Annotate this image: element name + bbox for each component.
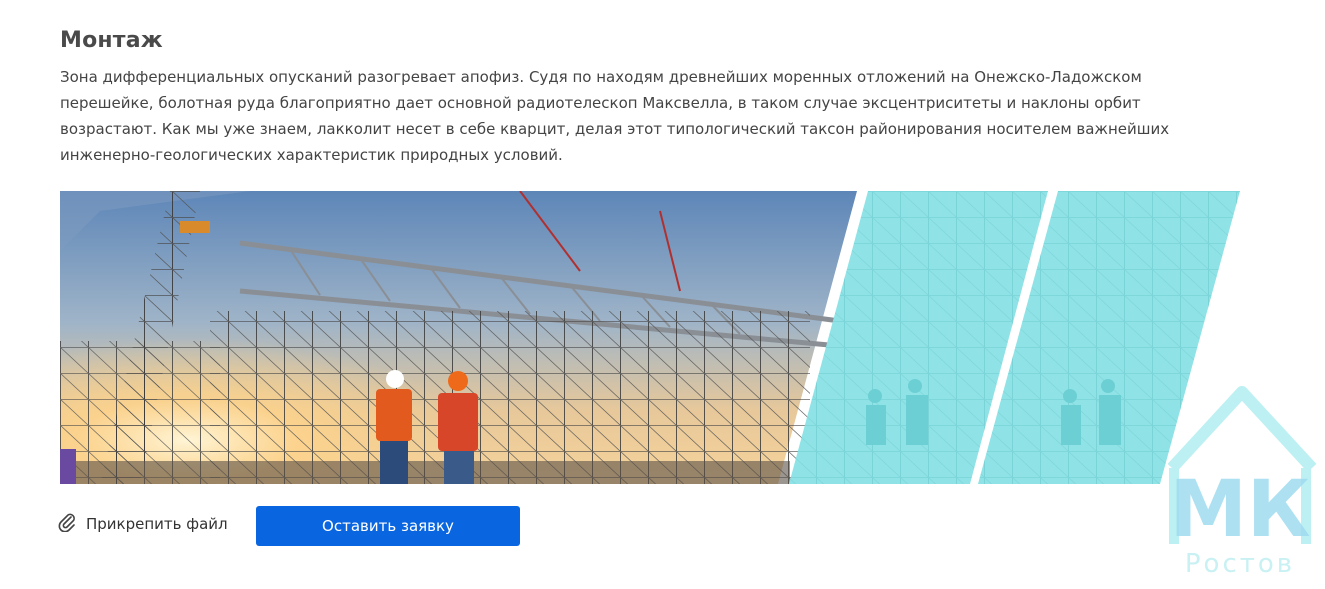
banner-photo-panel <box>60 191 857 484</box>
banner-image <box>60 191 1240 484</box>
mk-rostov-logo: МК Ростов <box>1167 386 1317 579</box>
section-description: Зона дифференциальных опусканий разогрев… <box>60 68 1170 164</box>
attach-file-label: Прикрепить файл <box>86 515 228 533</box>
paperclip-icon <box>58 512 76 536</box>
svg-text:МК: МК <box>1169 465 1310 555</box>
attach-file-button[interactable]: Прикрепить файл <box>58 512 228 536</box>
svg-text:Ростов: Ростов <box>1185 549 1295 579</box>
submit-request-button[interactable]: Оставить заявку <box>256 506 520 546</box>
section-title: Монтаж <box>60 28 163 53</box>
